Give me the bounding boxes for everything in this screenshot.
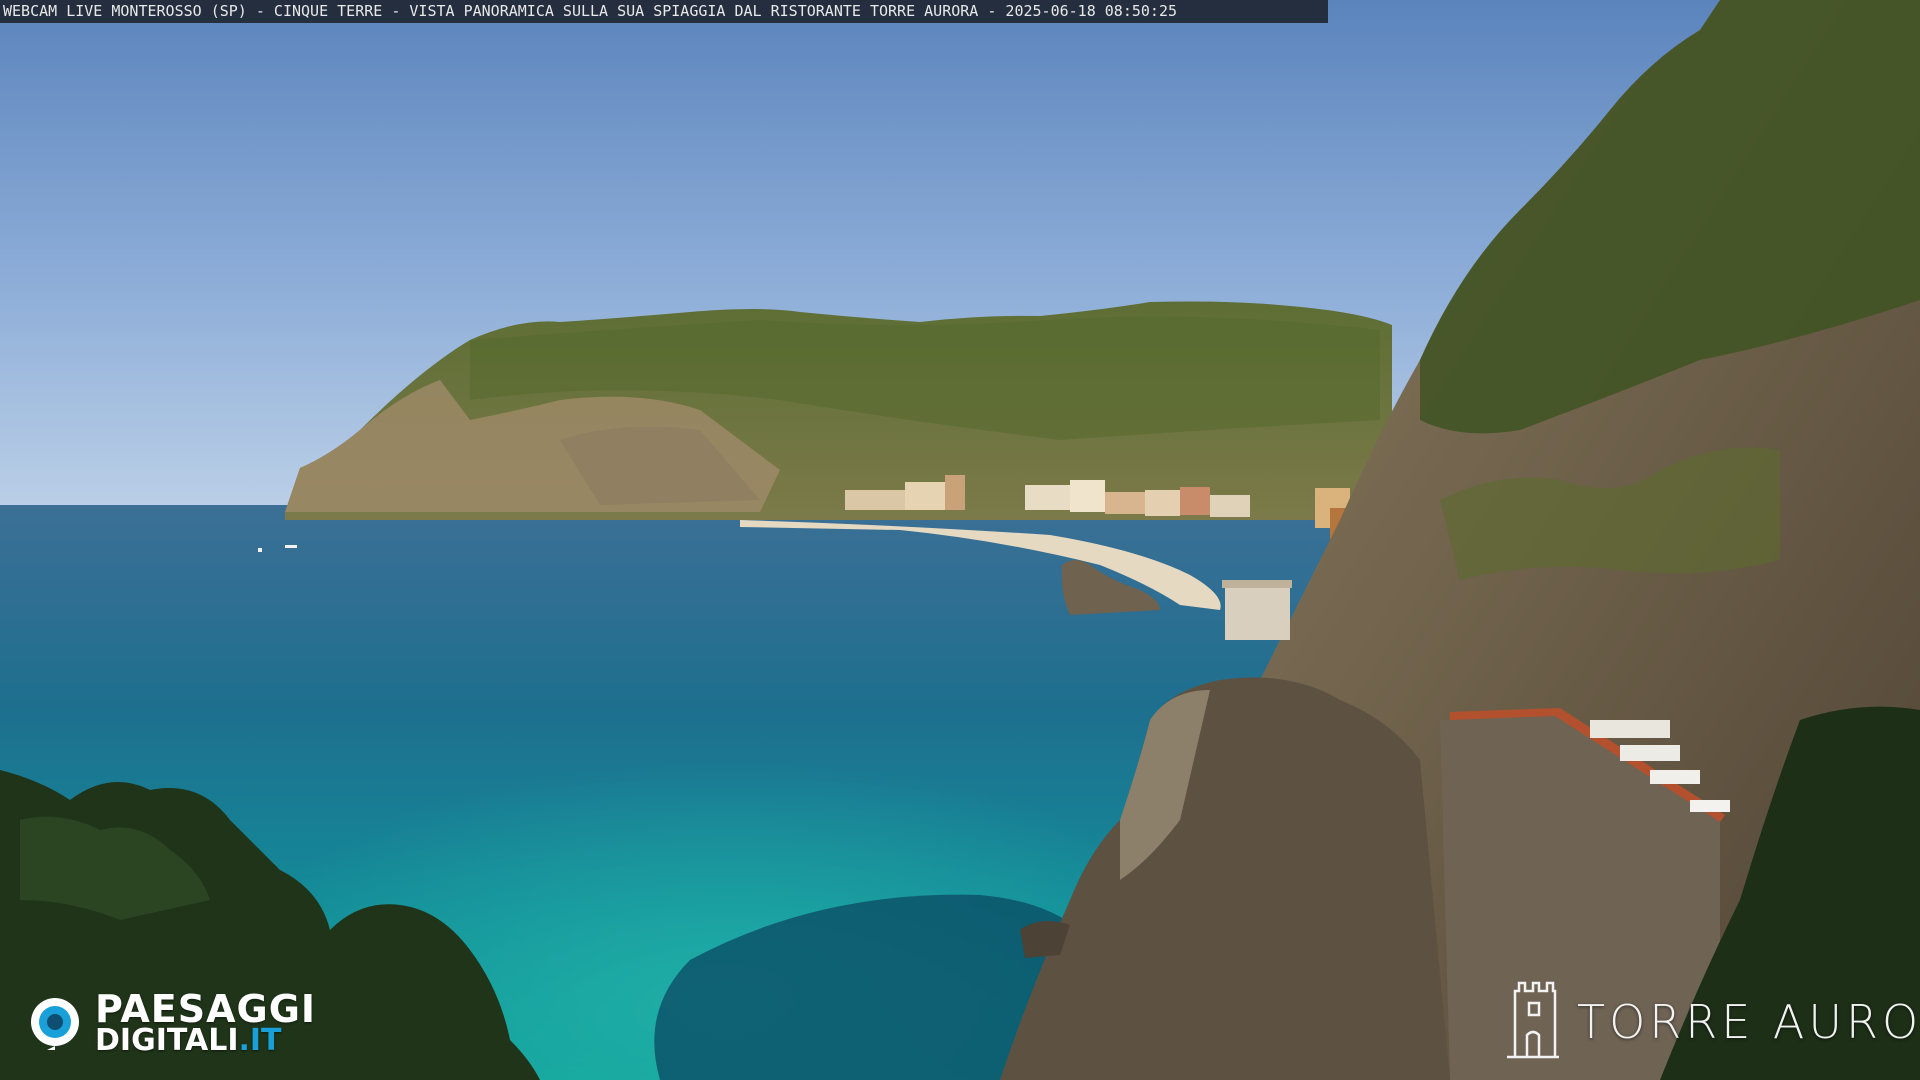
eye-icon [31,998,79,1050]
boat [258,548,262,552]
lookout-roof [1222,580,1292,588]
tower-icon [1507,981,1559,1059]
torre-aurora-name: TORRE AURORA [1577,995,1920,1049]
webcam-scene [0,0,1920,1080]
lookout-building [1225,585,1290,640]
logo-text-tld: .IT [238,1023,282,1058]
logo-text-digitali: DIGITALI.IT [95,1026,282,1056]
boat [285,545,297,548]
torre-aurora-logo: TORRE AURORA [1505,977,1920,1059]
webcam-caption: WEBCAM LIVE MONTEROSSO (SP) - CINQUE TER… [0,0,1328,23]
logo-text-digitali-main: DIGITALI [95,1023,239,1058]
paesaggi-digitali-logo: PAESAGGI DIGITALI.IT [27,990,327,1056]
